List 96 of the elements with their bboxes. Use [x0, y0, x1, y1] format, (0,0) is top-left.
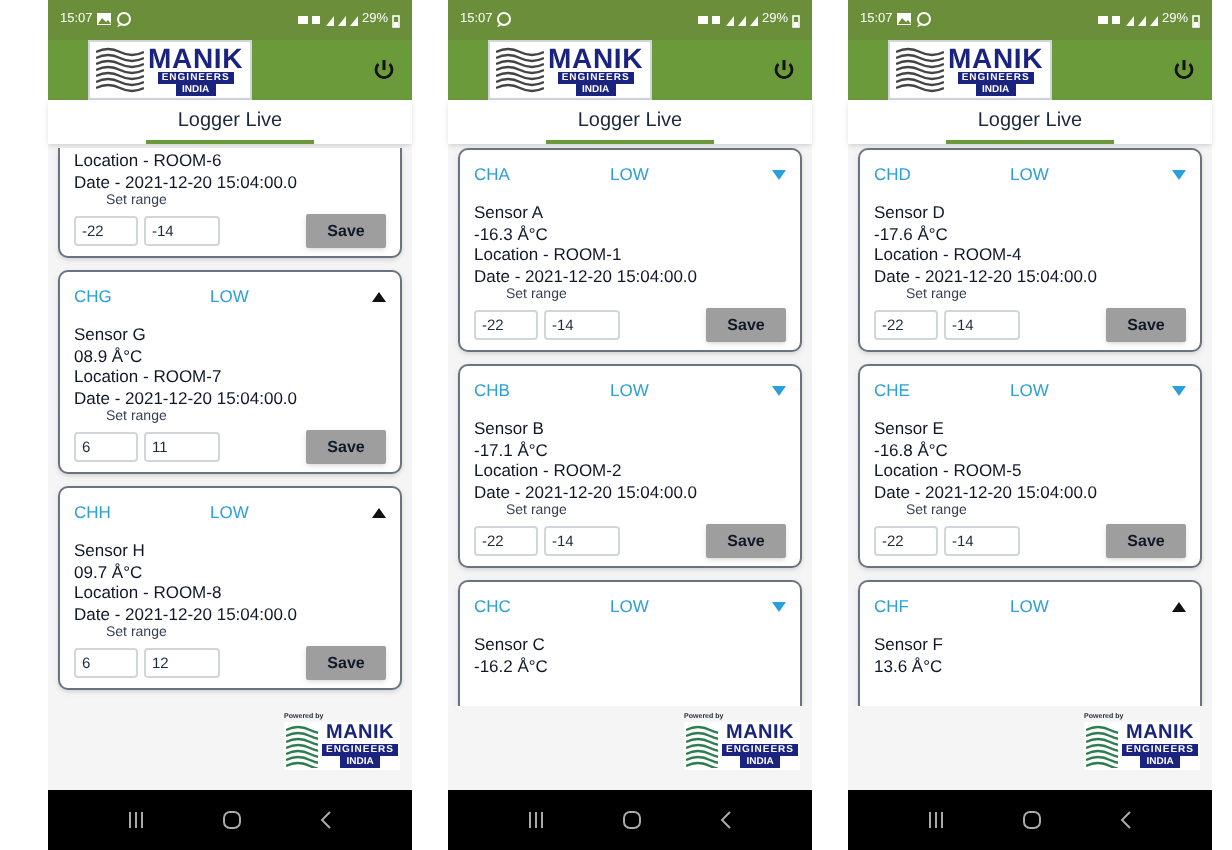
logo-name: MANIK — [326, 724, 395, 745]
sensor-name: Sensor E — [874, 418, 946, 439]
sensor-name: Sensor D — [874, 202, 947, 223]
power-icon[interactable] — [772, 58, 796, 82]
wave-lines-icon — [1086, 724, 1119, 769]
channel-label: CHF — [874, 593, 911, 619]
channel-label: CHH — [74, 499, 113, 525]
location-text: Location - ROOM-5 — [874, 460, 1024, 481]
caret-down-icon[interactable] — [772, 385, 786, 395]
wave-lines-icon — [496, 46, 544, 94]
logo-name: MANIK — [148, 44, 244, 72]
recent-apps-icon[interactable] — [527, 812, 544, 828]
temperature-reading: 08.9 Å°C — [74, 345, 145, 366]
date-text: Date - 2021-12-20 15:04:00.0 — [74, 387, 300, 408]
save-button[interactable]: Save — [1106, 524, 1186, 558]
caret-up-icon[interactable] — [372, 507, 386, 517]
temperature-reading: -16.3 Å°C — [474, 223, 550, 244]
back-icon[interactable] — [720, 810, 733, 830]
signal-icons — [297, 14, 358, 26]
caret-up-icon[interactable] — [1172, 601, 1186, 611]
sensor-name: Sensor A — [474, 202, 545, 223]
home-icon[interactable] — [221, 810, 242, 830]
temperature-reading: 09.7 Å°C — [74, 561, 145, 582]
status-label: LOW — [210, 283, 251, 309]
back-icon[interactable] — [1120, 810, 1133, 830]
wave-lines-icon — [686, 724, 719, 769]
date-text: Date - 2021-12-20 15:04:00.0 — [474, 481, 700, 502]
sensor-name: Sensor B — [474, 418, 546, 439]
chat-icon — [116, 12, 133, 28]
image-icon — [896, 12, 913, 28]
logo-name: MANIK — [1126, 724, 1195, 745]
date-text: Date - 2021-12-20 15:04:00.0 — [474, 265, 700, 286]
sensor-name: Sensor H — [74, 540, 147, 561]
recent-apps-icon[interactable] — [927, 812, 944, 828]
save-button[interactable]: Save — [306, 430, 386, 464]
battery-icon — [392, 13, 400, 27]
location-text: Location - ROOM-8 — [74, 582, 224, 603]
temperature-reading: -16.8 Å°C — [874, 439, 950, 460]
signal-icons — [697, 14, 758, 26]
home-icon[interactable] — [621, 810, 642, 830]
image-icon — [96, 12, 113, 28]
home-icon[interactable] — [1021, 810, 1042, 830]
status-label: LOW — [1010, 161, 1051, 187]
logo-name: MANIK — [548, 44, 644, 72]
caret-down-icon[interactable] — [1172, 169, 1186, 179]
temperature-reading: -17.6 Å°C — [874, 223, 950, 244]
save-button[interactable]: Save — [706, 524, 786, 558]
temperature-reading: -16.2 Å°C — [474, 655, 550, 676]
channel-label: CHC — [474, 593, 513, 619]
power-icon[interactable] — [1172, 58, 1196, 82]
battery-icon — [1192, 13, 1200, 27]
sensor-name: Sensor G — [74, 324, 148, 345]
logo-name: MANIK — [948, 44, 1044, 72]
wave-lines-icon — [896, 46, 944, 94]
channel-label: CHA — [474, 161, 512, 187]
channel-label: CHD — [874, 161, 913, 187]
channel-label: CHE — [874, 377, 912, 403]
location-text: Location - ROOM-4 — [874, 244, 1024, 265]
channel-label: CHG — [74, 283, 114, 309]
location-text: Location - ROOM-2 — [474, 460, 624, 481]
caret-down-icon[interactable] — [772, 169, 786, 179]
power-icon[interactable] — [372, 58, 396, 82]
save-button[interactable]: Save — [306, 214, 386, 248]
signal-icons — [1097, 14, 1158, 26]
sensor-name: Sensor C — [474, 634, 547, 655]
logo-name: MANIK — [726, 724, 795, 745]
caret-down-icon[interactable] — [1172, 385, 1186, 395]
status-label: LOW — [1010, 593, 1051, 619]
save-button[interactable]: Save — [306, 646, 386, 680]
save-button[interactable]: Save — [1106, 308, 1186, 342]
status-label: LOW — [1010, 377, 1051, 403]
status-label: LOW — [210, 499, 251, 525]
status-label: LOW — [610, 161, 651, 187]
recent-apps-icon[interactable] — [127, 812, 144, 828]
date-text: Date - 2021-12-20 15:04:00.0 — [74, 171, 300, 192]
caret-up-icon[interactable] — [372, 291, 386, 301]
battery-icon — [792, 13, 800, 27]
caret-down-icon[interactable] — [772, 601, 786, 611]
location-text: Location - ROOM-7 — [74, 366, 224, 387]
date-text: Date - 2021-12-20 15:04:00.0 — [874, 265, 1100, 286]
location-text: Location - ROOM-1 — [474, 244, 624, 265]
date-text: Date - 2021-12-20 15:04:00.0 — [874, 481, 1100, 502]
wave-lines-icon — [96, 46, 144, 94]
date-text: Date - 2021-12-20 15:04:00.0 — [74, 603, 300, 624]
save-button[interactable]: Save — [706, 308, 786, 342]
temperature-reading: -17.1 Å°C — [474, 439, 550, 460]
status-label: LOW — [610, 377, 651, 403]
wave-lines-icon — [286, 724, 319, 769]
back-icon[interactable] — [320, 810, 333, 830]
chat-icon — [496, 12, 513, 28]
sensor-name: Sensor F — [874, 634, 945, 655]
channel-label: CHB — [474, 377, 512, 403]
temperature-reading: 13.6 Å°C — [874, 655, 945, 676]
status-label: LOW — [610, 593, 651, 619]
location-text: Location - ROOM-6 — [74, 150, 224, 171]
chat-icon — [916, 12, 933, 28]
